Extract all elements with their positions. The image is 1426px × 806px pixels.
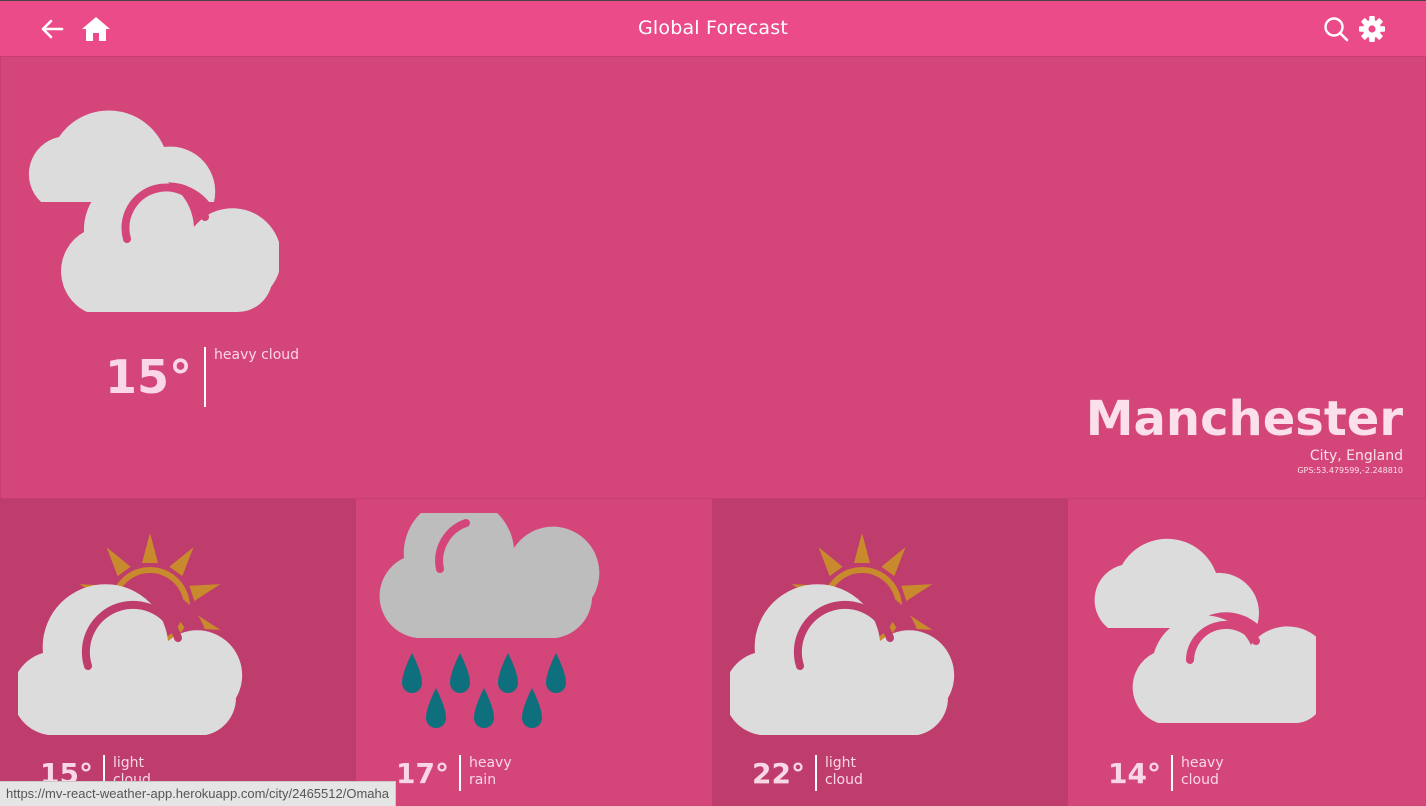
forecast-condition: heavy rain <box>468 755 512 788</box>
city-name: Manchester <box>1085 391 1403 447</box>
forecast-temperature-row: 14° heavy cloud <box>1108 755 1241 793</box>
divider <box>814 755 817 791</box>
gear-icon <box>1359 16 1385 42</box>
current-temperature-row: 15° heavy cloud <box>105 347 299 407</box>
divider <box>204 347 207 407</box>
forecast-temperature-row: 22° light cloud <box>752 755 885 793</box>
heavy-cloud-icon <box>19 87 282 321</box>
current-temperature: 15° <box>105 350 193 404</box>
current-condition: heavy cloud <box>214 347 300 363</box>
page-title: Global Forecast <box>637 17 789 39</box>
light-cloud-icon <box>724 513 960 747</box>
forecast-temperature: 17° <box>396 757 449 790</box>
settings-button[interactable] <box>1356 13 1388 45</box>
divider <box>458 755 461 791</box>
link-status-bar: https://mv-react-weather-app.herokuapp.c… <box>0 781 396 806</box>
forecast-tile[interactable]: 22° light cloud <box>712 499 1068 806</box>
light-cloud-icon <box>12 513 248 747</box>
divider <box>1170 755 1173 791</box>
forecast-tile[interactable]: 15° light cloud <box>0 499 356 806</box>
heavy-rain-icon <box>374 497 604 747</box>
gps-coordinates: GPS:53.479599,-2.248810 <box>1297 466 1403 475</box>
forecast-tile[interactable]: 14° heavy cloud <box>1068 499 1424 806</box>
search-button[interactable] <box>1320 13 1352 45</box>
search-icon <box>1324 17 1349 42</box>
forecast-condition: light cloud <box>824 755 863 788</box>
forecast-condition: heavy cloud <box>1180 755 1224 788</box>
forecast-temperature-row: 17° heavy rain <box>396 755 529 793</box>
app-header: Global Forecast <box>0 0 1426 56</box>
forecast-temperature: 14° <box>1108 757 1161 790</box>
location-type: City, England <box>1309 448 1403 464</box>
forecast-tiles: 15° light cloud 17° heavy rain 22° light… <box>0 497 1426 806</box>
forecast-tile[interactable]: 17° heavy rain <box>356 497 712 806</box>
heavy-cloud-icon <box>1086 513 1333 747</box>
current-weather-panel: 15° heavy cloud Manchester City, England… <box>0 56 1426 499</box>
forecast-temperature: 22° <box>752 757 805 790</box>
